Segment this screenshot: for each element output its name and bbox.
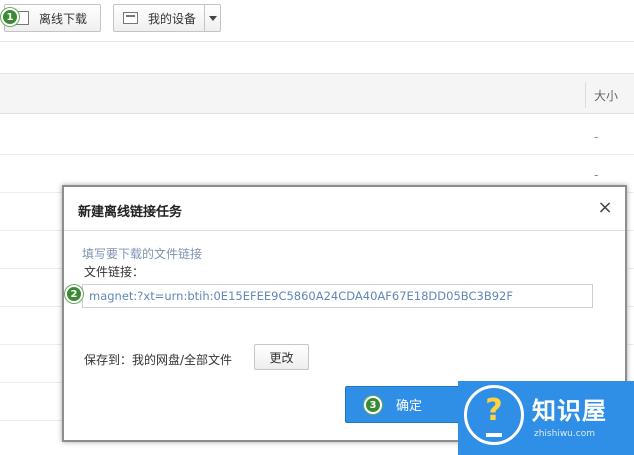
- row-size: -: [594, 130, 599, 144]
- watermark-brand: 知识屋: [532, 397, 607, 425]
- question-mark-icon: ?: [485, 393, 503, 428]
- row-size: -: [594, 168, 599, 182]
- link-hint: 填写要下载的文件链接: [82, 247, 203, 261]
- size-column-header[interactable]: 大小: [594, 87, 618, 104]
- step-marker-1: 1: [1, 8, 19, 26]
- my-devices-button[interactable]: 我的设备: [113, 4, 221, 32]
- file-link-label: 文件链接：: [84, 265, 145, 279]
- column-divider: [585, 82, 586, 108]
- watermark-logo: ? 知识屋 zhishiwu.com: [458, 381, 634, 455]
- toolbar: 离线下载 我的设备: [0, 0, 634, 42]
- file-link-input[interactable]: magnet:?xt=urn:btih:0E15EFEE9C5860A24CDA…: [82, 284, 593, 308]
- chevron-down-icon[interactable]: [204, 5, 220, 31]
- dialog-header: 新建离线链接任务 ×: [64, 187, 625, 231]
- my-devices-label: 我的设备: [148, 11, 197, 26]
- screen: 离线下载 我的设备 大小 - - 1 新建离线链接任务 × 填写要下载的文件链接…: [0, 0, 634, 455]
- watermark-url: zhishiwu.com: [534, 429, 595, 439]
- watermark-stand: [486, 433, 502, 437]
- change-location-button[interactable]: 更改: [254, 344, 309, 370]
- toolbar-gap: [0, 43, 634, 73]
- close-icon[interactable]: ×: [595, 198, 615, 218]
- save-location-label: 保存到：我的网盘/全部文件: [84, 353, 233, 367]
- step-marker-2: 2: [65, 285, 83, 303]
- dialog-title: 新建离线链接任务: [78, 205, 183, 220]
- file-table-header: 大小: [0, 73, 634, 114]
- table-row[interactable]: -: [0, 117, 634, 155]
- device-icon: [123, 12, 138, 24]
- offline-download-label: 离线下载: [39, 11, 88, 26]
- step-marker-3: 3: [364, 396, 382, 414]
